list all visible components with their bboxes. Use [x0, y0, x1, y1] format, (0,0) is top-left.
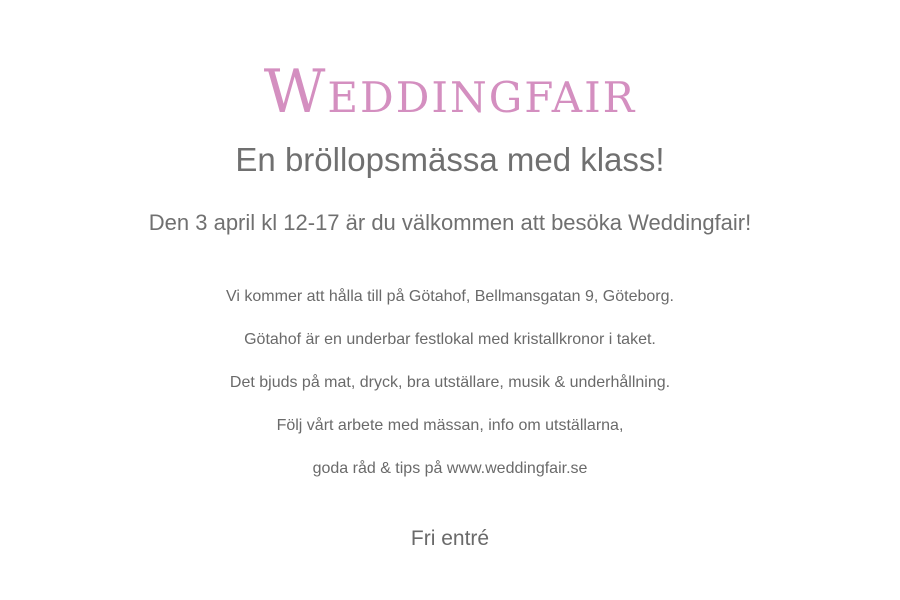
website-line: goda råd & tips på www.weddingfair.se — [312, 460, 588, 477]
event-subtitle: En bröllopsmässa med klass! — [235, 141, 665, 178]
invitation-card: Weddingfair En bröllopsmässa med klass! … — [0, 0, 900, 600]
event-date-line: Den 3 april kl 12-17 är du välkommen att… — [148, 210, 752, 235]
venue-line: Vi kommer att hålla till på Götahof, Bel… — [226, 288, 674, 305]
offerings-line: Det bjuds på mat, dryck, bra utställare,… — [229, 374, 671, 391]
free-entry-text: Fri entré — [410, 527, 490, 550]
follow-line: Följ vårt arbete med mässan, info om uts… — [276, 417, 624, 434]
event-title: Weddingfair — [263, 57, 637, 127]
venue-description-line: Götahof är en underbar festlokal med kri… — [244, 331, 656, 348]
